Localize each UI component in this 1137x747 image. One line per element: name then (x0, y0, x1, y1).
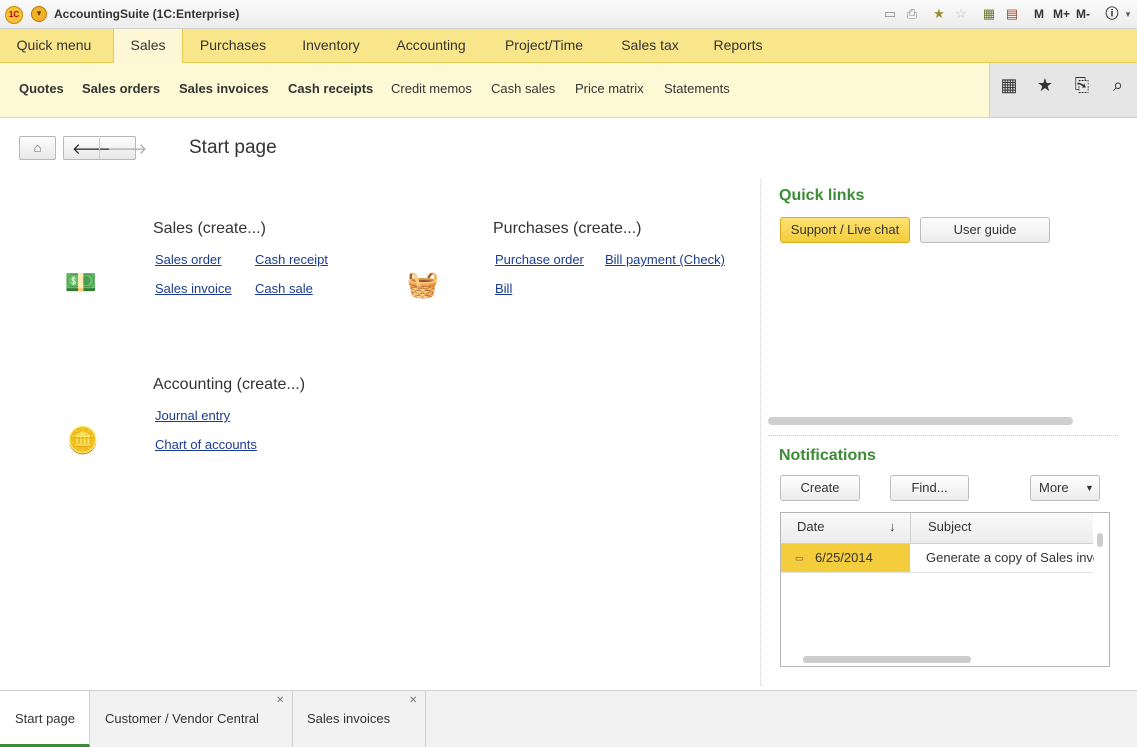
open-tab-start-page[interactable]: Start page (0, 691, 90, 747)
quick-links-title: Quick links (779, 187, 865, 204)
func-cash-receipts[interactable]: Cash receipts (288, 81, 373, 96)
quick-links-scrollbar[interactable] (768, 417, 1073, 425)
favorites-star-icon[interactable]: ★ (1033, 73, 1057, 97)
open-tab-label: Sales invoices (307, 711, 391, 726)
search-icon[interactable]: ⌕ (1106, 73, 1130, 97)
section-tab-sales-tax[interactable]: Sales tax (608, 29, 692, 62)
purchases-basket-icon: 🧺 (406, 269, 440, 299)
func-price-matrix[interactable]: Price matrix (575, 81, 644, 96)
open-tab-customer-vendor-central[interactable]: Customer / Vendor Central ✕ (90, 691, 293, 747)
link-cash-receipt[interactable]: Cash receipt (255, 252, 328, 267)
create-button[interactable]: Create (780, 475, 860, 501)
section-panel: Quick menu Sales Purchases Inventory Acc… (0, 29, 1137, 63)
notification-subject[interactable]: Generate a copy of Sales invoice (926, 544, 1094, 572)
sales-group-title: Sales (create...) (153, 220, 266, 237)
nav-divider (99, 138, 100, 160)
home-button[interactable]: ⌂ (19, 136, 56, 160)
all-functions-icon[interactable]: ▦ (997, 73, 1021, 97)
section-tab-project-time[interactable]: Project/Time (494, 29, 594, 62)
info-icon[interactable]: ⓘ (1104, 6, 1120, 22)
link-bill-payment[interactable]: Bill payment (Check) (605, 252, 725, 267)
page-title: Start page (189, 137, 277, 158)
section-tab-quick-menu[interactable]: Quick menu (0, 29, 108, 62)
close-icon[interactable]: ✕ (276, 673, 284, 729)
sort-arrow-icon[interactable]: ↓ (889, 513, 896, 543)
function-panel: Quotes Sales orders Sales invoices Cash … (0, 63, 989, 118)
home-icon: ⌂ (33, 140, 42, 155)
func-statements[interactable]: Statements (664, 81, 730, 96)
calculator-icon[interactable]: ▦ (981, 6, 997, 22)
forward-arrow-icon[interactable]: 🡒 (107, 139, 147, 158)
link-sales-order[interactable]: Sales order (155, 252, 221, 267)
user-guide-button[interactable]: User guide (920, 217, 1050, 243)
func-credit-memos[interactable]: Credit memos (391, 81, 472, 96)
func-quotes[interactable]: Quotes (19, 81, 64, 96)
close-icon[interactable]: ✕ (409, 673, 417, 729)
func-sales-invoices[interactable]: Sales invoices (179, 81, 269, 96)
section-tab-reports[interactable]: Reports (704, 29, 772, 62)
memory-subtract-button[interactable]: M- (1076, 7, 1090, 21)
link-journal-entry[interactable]: Journal entry (155, 408, 230, 423)
row-separator (781, 572, 1093, 573)
app-logo: 1C (5, 6, 23, 24)
table-horizontal-scrollbar[interactable] (803, 656, 971, 663)
func-sales-orders[interactable]: Sales orders (82, 81, 160, 96)
accounting-coins-icon: 🪙 (66, 425, 100, 455)
link-bill[interactable]: Bill (495, 281, 512, 296)
notification-date[interactable]: 6/25/2014 (815, 544, 873, 572)
more-button[interactable]: More ▼ (1030, 475, 1100, 501)
memory-store-button[interactable]: M (1034, 7, 1044, 21)
calendar-icon[interactable]: ▤ (1004, 6, 1020, 22)
save-icon[interactable]: ▭ (882, 6, 898, 22)
favorites-icon[interactable]: ☆ (953, 6, 969, 22)
section-tab-inventory[interactable]: Inventory (286, 29, 376, 62)
link-chart-of-accounts[interactable]: Chart of accounts (155, 437, 257, 452)
accounting-group-title: Accounting (create...) (153, 376, 306, 393)
table-vertical-scrollbar[interactable] (1097, 533, 1103, 547)
chevron-down-icon: ▼ (1085, 483, 1094, 493)
panel-tools: ▦ ★ ⎘ ⌕ (989, 63, 1137, 118)
panel-divider (760, 180, 761, 685)
section-tab-accounting[interactable]: Accounting (382, 29, 480, 62)
link-purchase-order[interactable]: Purchase order (495, 252, 584, 267)
section-tab-purchases[interactable]: Purchases (186, 29, 280, 62)
column-header-date[interactable]: Date (797, 513, 824, 543)
open-tab-sales-invoices[interactable]: Sales invoices ✕ (293, 691, 426, 747)
link-sales-invoice[interactable]: Sales invoice (155, 281, 232, 296)
open-windows-bar: Start page Customer / Vendor Central ✕ S… (0, 690, 1137, 747)
history-icon[interactable]: ⎘ (1070, 73, 1094, 97)
main-menu-icon[interactable]: ▾ (31, 6, 47, 22)
open-tab-label: Customer / Vendor Central (105, 711, 259, 726)
table-header: Date ↓ Subject (781, 513, 1093, 544)
notification-icon: ▭ (795, 553, 804, 563)
section-tab-sales[interactable]: Sales (113, 29, 183, 63)
support-live-chat-button[interactable]: Support / Live chat (780, 217, 910, 243)
info-dropdown-icon[interactable]: ▾ (1120, 6, 1136, 22)
more-button-label: More (1039, 480, 1069, 495)
column-header-subject[interactable]: Subject (928, 513, 971, 543)
sales-picture-icon: 💵 (64, 267, 98, 297)
notifications-table: Date ↓ Subject ▭ 6/25/2014 Generate a co… (780, 512, 1110, 667)
find-button[interactable]: Find... (890, 475, 969, 501)
func-cash-sales[interactable]: Cash sales (491, 81, 555, 96)
section-divider (768, 435, 1118, 436)
print-icon[interactable]: ⎙ (904, 6, 920, 22)
link-cash-sale[interactable]: Cash sale (255, 281, 313, 296)
purchases-group-title: Purchases (create...) (493, 220, 642, 237)
window-title: AccountingSuite (1C:Enterprise) (54, 7, 240, 21)
add-favorite-icon[interactable]: ★ (931, 6, 947, 22)
notifications-title: Notifications (779, 447, 876, 464)
column-separator (910, 513, 911, 543)
memory-add-button[interactable]: M+ (1053, 7, 1070, 21)
